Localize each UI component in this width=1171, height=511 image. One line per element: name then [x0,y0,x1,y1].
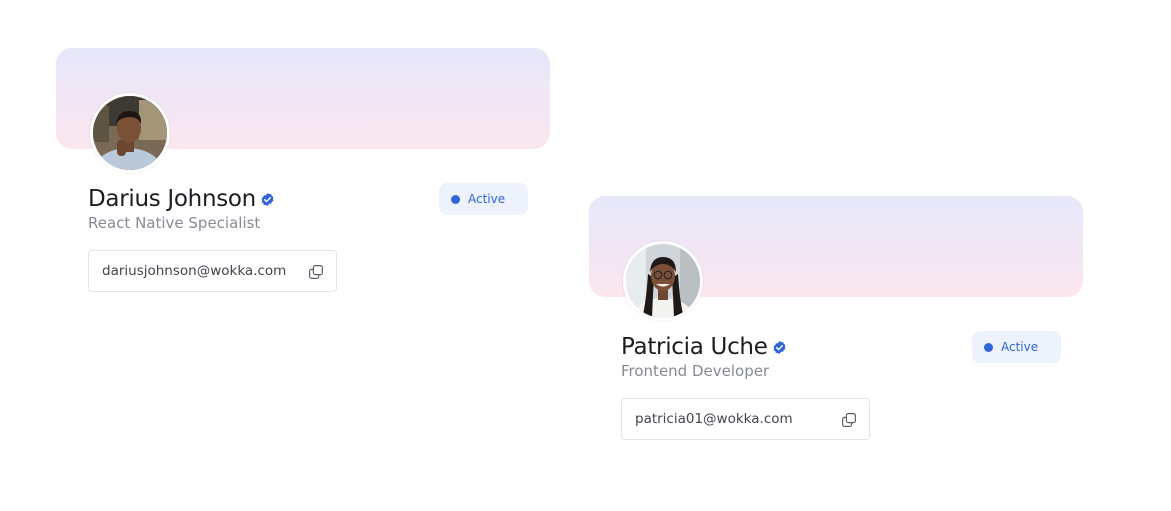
status-badge: Active [972,331,1061,363]
email-text: patricia01@wokka.com [635,411,793,427]
profile-name: Patricia Uche [621,334,768,360]
email-field: patricia01@wokka.com [621,398,870,440]
status-dot-icon [984,342,993,352]
profile-role: React Native Specialist [88,214,261,232]
name-row: Darius Johnson [88,184,275,214]
profile-role: Frontend Developer [621,362,770,380]
avatar-photo-icon [93,96,167,170]
status-label: Active [468,192,506,206]
avatar [90,93,170,173]
verified-badge-icon [772,340,787,355]
status-dot-icon [451,194,460,204]
avatar-photo-icon [626,244,700,318]
copy-icon[interactable] [840,411,858,429]
status-label: Active [1001,340,1039,354]
email-text: dariusjohnson@wokka.com [102,263,287,279]
profile-card: Darius Johnson React Native Specialist A… [56,48,550,298]
name-row: Patricia Uche [621,332,787,362]
verified-badge-icon [260,192,275,207]
profile-cards-stage: Darius Johnson React Native Specialist A… [0,0,1171,511]
profile-name: Darius Johnson [88,186,256,212]
copy-icon[interactable] [307,263,325,281]
avatar [623,241,703,321]
profile-card: Patricia Uche Frontend Developer Active … [589,196,1083,446]
email-field: dariusjohnson@wokka.com [88,250,337,292]
status-badge: Active [439,183,528,215]
